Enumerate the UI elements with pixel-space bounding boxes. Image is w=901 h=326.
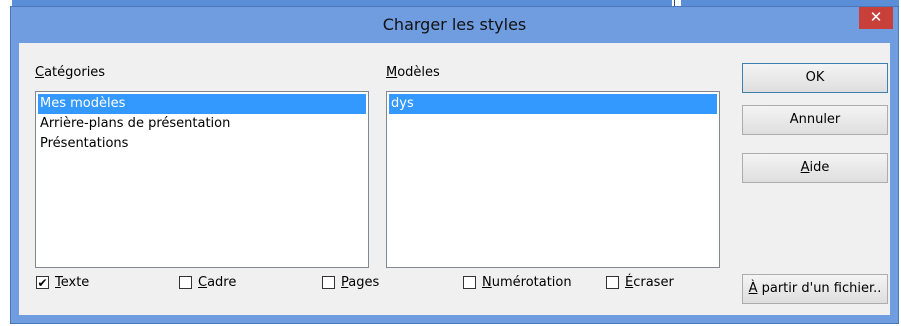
checkbox-label: Écraser [625,275,674,290]
checkbox-box[interactable]: ✔ [36,276,49,289]
categories-label: Catégories [35,65,106,80]
models-label: Modèles [386,65,440,80]
checkbox-numbering[interactable]: Numérotation [463,275,572,290]
cancel-button[interactable]: Annuler [742,105,888,135]
help-button[interactable]: Aide [742,153,888,183]
list-item[interactable]: Arrière-plans de présentation [38,114,366,134]
check-icon: ✔ [37,275,48,290]
checkbox-label: Numérotation [482,275,572,290]
list-item[interactable]: dys [389,94,717,114]
checkbox-box[interactable] [606,276,619,289]
checkbox-pages[interactable]: Pages [322,275,379,290]
list-item[interactable]: Présentations [38,134,366,154]
checkbox-frame[interactable]: Cadre [179,275,236,290]
models-list[interactable]: dys [386,91,720,268]
checkbox-label: Pages [341,275,380,290]
close-icon: ✕ [869,8,883,26]
checkbox-box[interactable] [179,276,192,289]
title-bar[interactable]: Charger les styles ✕ [11,7,898,43]
checkbox-box[interactable] [322,276,335,289]
close-button[interactable]: ✕ [859,7,893,29]
categories-list[interactable]: Mes modèles Arrière-plans de présentatio… [35,91,369,268]
checkbox-text[interactable]: ✔ Texte [36,275,89,290]
checkbox-label: Cadre [198,275,237,290]
dialog-body: Catégories Mes modèles Arrière-plans de … [19,43,890,315]
dialog-title: Charger les styles [382,15,527,34]
list-item[interactable]: Mes modèles [38,94,366,114]
load-styles-dialog: Charger les styles ✕ Catégories Mes modè… [10,6,899,324]
ok-button[interactable]: OK [742,63,888,93]
checkbox-label: Texte [55,275,90,290]
from-file-button[interactable]: À partir d'un fichier.. [742,274,888,304]
checkbox-overwrite[interactable]: Écraser [606,275,674,290]
checkbox-box[interactable] [463,276,476,289]
